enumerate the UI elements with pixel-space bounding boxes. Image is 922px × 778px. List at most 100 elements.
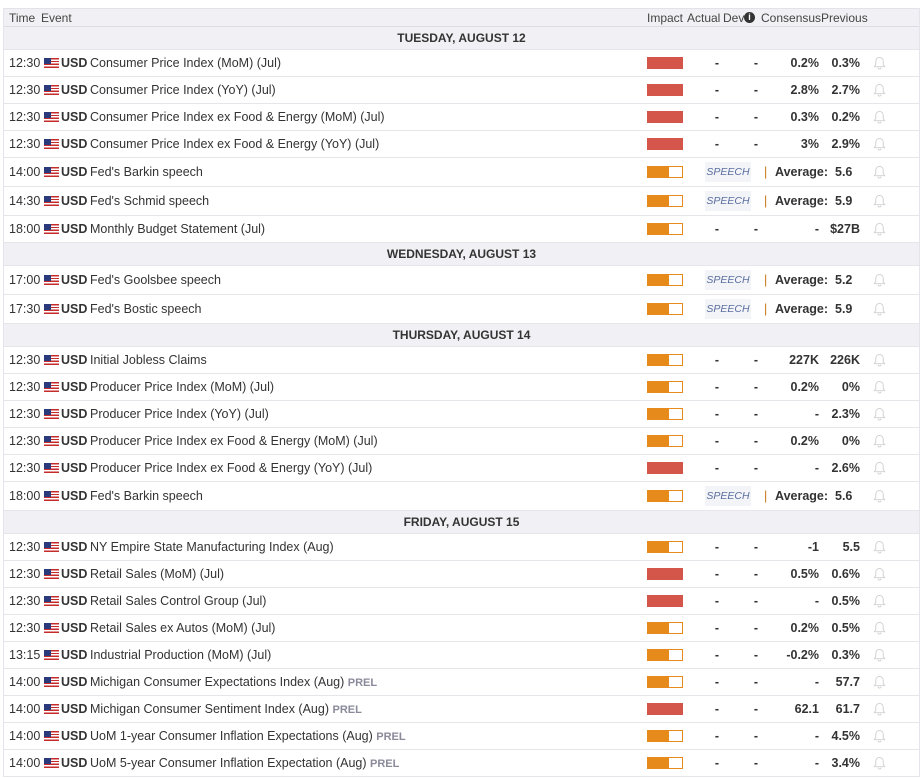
col-previous[interactable]: Previous [821, 11, 868, 25]
event-name[interactable]: Initial Jobless Claims [90, 353, 207, 367]
bell-icon[interactable] [873, 567, 886, 581]
event-row[interactable]: 14:00 USD Fed's Barkin speech SPEECH | A… [4, 158, 919, 187]
event-name-container[interactable]: Producer Price Index ex Food & Energy (Y… [90, 461, 372, 475]
col-dev[interactable]: Dev [723, 11, 744, 25]
event-name-container[interactable]: Michigan Consumer Sentiment Index (Aug) … [90, 702, 362, 716]
bell-icon[interactable] [873, 407, 886, 421]
event-row[interactable]: 18:00 USD Fed's Barkin speech SPEECH | A… [4, 482, 919, 511]
event-name[interactable]: Fed's Schmid speech [90, 194, 209, 208]
event-name-container[interactable]: Initial Jobless Claims [90, 353, 207, 367]
bell-icon[interactable] [873, 273, 886, 287]
event-name-container[interactable]: Michigan Consumer Expectations Index (Au… [90, 675, 377, 689]
event-row[interactable]: 17:30 USD Fed's Bostic speech SPEECH | A… [4, 295, 919, 324]
bell-icon[interactable] [873, 648, 886, 662]
event-row[interactable]: 14:00 USD UoM 1-year Consumer Inflation … [4, 723, 919, 750]
bell-icon[interactable] [873, 110, 886, 124]
event-name[interactable]: Consumer Price Index (YoY) (Jul) [90, 83, 276, 97]
event-row[interactable]: 17:00 USD Fed's Goolsbee speech SPEECH |… [4, 266, 919, 295]
bell-icon[interactable] [873, 489, 886, 503]
bell-icon[interactable] [873, 165, 886, 179]
col-time[interactable]: Time [9, 11, 35, 25]
event-name-container[interactable]: Industrial Production (MoM) (Jul) [90, 648, 271, 662]
bell-icon[interactable] [873, 302, 886, 316]
bell-icon[interactable] [873, 137, 886, 151]
event-row[interactable]: 14:00 USD Michigan Consumer Expectations… [4, 669, 919, 696]
bell-icon[interactable] [873, 461, 886, 475]
event-name-container[interactable]: Monthly Budget Statement (Jul) [90, 222, 265, 236]
event-row[interactable]: 12:30 USD NY Empire State Manufacturing … [4, 534, 919, 561]
col-impact[interactable]: Impact [647, 11, 683, 25]
event-row[interactable]: 12:30 USD Producer Price Index ex Food &… [4, 455, 919, 482]
event-row[interactable]: 14:00 USD UoM 5-year Consumer Inflation … [4, 750, 919, 777]
col-consensus[interactable]: Consensus [761, 11, 821, 25]
bell-icon[interactable] [873, 83, 886, 97]
bell-icon[interactable] [873, 194, 886, 208]
event-name-container[interactable]: Consumer Price Index (MoM) (Jul) [90, 56, 281, 70]
bell-icon[interactable] [873, 56, 886, 70]
col-event[interactable]: Event [41, 11, 72, 25]
event-name[interactable]: Consumer Price Index ex Food & Energy (M… [90, 110, 385, 124]
event-row[interactable]: 14:30 USD Fed's Schmid speech SPEECH | A… [4, 187, 919, 216]
event-row[interactable]: 12:30 USD Producer Price Index (YoY) (Ju… [4, 401, 919, 428]
event-name[interactable]: Fed's Goolsbee speech [90, 273, 221, 287]
event-name-container[interactable]: Retail Sales Control Group (Jul) [90, 594, 266, 608]
event-name[interactable]: Michigan Consumer Sentiment Index (Aug) [90, 702, 329, 716]
bell-icon[interactable] [873, 540, 886, 554]
event-row[interactable]: 12:30 USD Consumer Price Index (YoY) (Ju… [4, 77, 919, 104]
event-name-container[interactable]: Consumer Price Index ex Food & Energy (M… [90, 110, 385, 124]
bell-icon[interactable] [873, 380, 886, 394]
bell-icon[interactable] [873, 621, 886, 635]
event-name[interactable]: Fed's Bostic speech [90, 302, 201, 316]
info-icon[interactable]: i [744, 12, 755, 23]
event-name[interactable]: Fed's Barkin speech [90, 165, 203, 179]
event-name-container[interactable]: Fed's Schmid speech [90, 194, 209, 208]
event-name-container[interactable]: Producer Price Index (MoM) (Jul) [90, 380, 274, 394]
event-name[interactable]: Producer Price Index ex Food & Energy (M… [90, 434, 378, 448]
event-name[interactable]: NY Empire State Manufacturing Index (Aug… [90, 540, 334, 554]
event-name[interactable]: Retail Sales ex Autos (MoM) (Jul) [90, 621, 275, 635]
event-name[interactable]: Consumer Price Index (MoM) (Jul) [90, 56, 281, 70]
event-name-container[interactable]: Fed's Bostic speech [90, 302, 201, 316]
event-name[interactable]: Industrial Production (MoM) (Jul) [90, 648, 271, 662]
event-name[interactable]: Fed's Barkin speech [90, 489, 203, 503]
event-name-container[interactable]: Fed's Barkin speech [90, 489, 203, 503]
event-name-container[interactable]: Consumer Price Index ex Food & Energy (Y… [90, 137, 379, 151]
event-row[interactable]: 13:15 USD Industrial Production (MoM) (J… [4, 642, 919, 669]
event-name-container[interactable]: Producer Price Index ex Food & Energy (M… [90, 434, 378, 448]
event-name[interactable]: Michigan Consumer Expectations Index (Au… [90, 675, 344, 689]
event-name-container[interactable]: NY Empire State Manufacturing Index (Aug… [90, 540, 334, 554]
event-row[interactable]: 18:00 USD Monthly Budget Statement (Jul)… [4, 216, 919, 243]
event-row[interactable]: 12:30 USD Initial Jobless Claims - - 227… [4, 347, 919, 374]
bell-icon[interactable] [873, 222, 886, 236]
col-actual[interactable]: Actual [687, 11, 720, 25]
event-name-container[interactable]: Consumer Price Index (YoY) (Jul) [90, 83, 276, 97]
event-name[interactable]: Consumer Price Index ex Food & Energy (Y… [90, 137, 379, 151]
event-name-container[interactable]: Fed's Goolsbee speech [90, 273, 221, 287]
event-row[interactable]: 12:30 USD Producer Price Index (MoM) (Ju… [4, 374, 919, 401]
event-row[interactable]: 12:30 USD Consumer Price Index ex Food &… [4, 131, 919, 158]
event-name-container[interactable]: UoM 5-year Consumer Inflation Expectatio… [90, 756, 399, 770]
bell-icon[interactable] [873, 594, 886, 608]
event-name[interactable]: UoM 1-year Consumer Inflation Expectatio… [90, 729, 373, 743]
event-name-container[interactable]: Producer Price Index (YoY) (Jul) [90, 407, 269, 421]
event-name-container[interactable]: Fed's Barkin speech [90, 165, 203, 179]
event-name-container[interactable]: Retail Sales (MoM) (Jul) [90, 567, 224, 581]
bell-icon[interactable] [873, 702, 886, 716]
event-row[interactable]: 12:30 USD Consumer Price Index (MoM) (Ju… [4, 50, 919, 77]
event-row[interactable]: 12:30 USD Producer Price Index ex Food &… [4, 428, 919, 455]
event-name[interactable]: UoM 5-year Consumer Inflation Expectatio… [90, 756, 367, 770]
event-name[interactable]: Retail Sales (MoM) (Jul) [90, 567, 224, 581]
event-row[interactable]: 12:30 USD Consumer Price Index ex Food &… [4, 104, 919, 131]
bell-icon[interactable] [873, 434, 886, 448]
bell-icon[interactable] [873, 756, 886, 770]
event-name-container[interactable]: UoM 1-year Consumer Inflation Expectatio… [90, 729, 406, 743]
event-name[interactable]: Monthly Budget Statement (Jul) [90, 222, 265, 236]
event-row[interactable]: 12:30 USD Retail Sales Control Group (Ju… [4, 588, 919, 615]
event-name[interactable]: Producer Price Index (YoY) (Jul) [90, 407, 269, 421]
event-name-container[interactable]: Retail Sales ex Autos (MoM) (Jul) [90, 621, 275, 635]
event-name[interactable]: Retail Sales Control Group (Jul) [90, 594, 266, 608]
event-name[interactable]: Producer Price Index (MoM) (Jul) [90, 380, 274, 394]
event-row[interactable]: 14:00 USD Michigan Consumer Sentiment In… [4, 696, 919, 723]
event-row[interactable]: 12:30 USD Retail Sales ex Autos (MoM) (J… [4, 615, 919, 642]
bell-icon[interactable] [873, 675, 886, 689]
